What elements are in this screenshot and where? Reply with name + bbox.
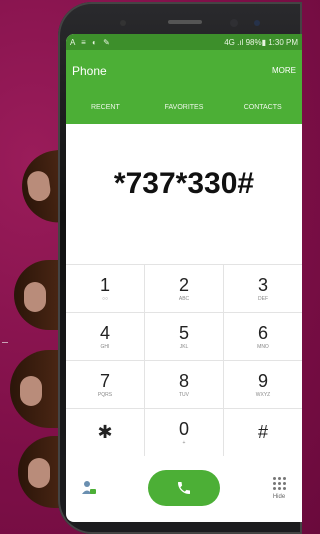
tab-favorites[interactable]: FAVORITES [145, 90, 224, 124]
status-right: 4G .ıl 98%▮ 1:30 PM [224, 38, 298, 47]
key-8[interactable]: 8 TUV [145, 361, 224, 408]
key-letters: PQRS [97, 391, 113, 398]
key-4[interactable]: 4 GHI [66, 313, 145, 360]
key-2[interactable]: 2 ABC [145, 265, 224, 312]
key-star[interactable]: ✱ [66, 409, 145, 456]
key-letters: DEF [258, 295, 268, 302]
key-letters: GHI [100, 343, 110, 350]
tab-contacts[interactable]: CONTACTS [223, 90, 302, 124]
key-letters: MNO [257, 343, 269, 350]
key-digit: 0 [178, 418, 189, 439]
hide-keypad-button[interactable]: Hide [256, 476, 302, 500]
key-digit: 7 [99, 370, 110, 391]
voicemail-icon: ○○ [101, 295, 109, 302]
key-digit: ✱ [97, 421, 113, 442]
sensor-dot [120, 20, 126, 26]
earpiece-speaker [168, 20, 202, 24]
key-7[interactable]: 7 PQRS [66, 361, 145, 408]
key-digit: 4 [99, 322, 110, 343]
key-letters: JKL [179, 343, 189, 350]
key-5[interactable]: 5 JKL [145, 313, 224, 360]
key-digit: 1 [99, 274, 110, 295]
app-title: Phone [72, 64, 107, 78]
key-3[interactable]: 3 DEF [224, 265, 302, 312]
keypad-row: ✱ 0 + # [66, 408, 302, 456]
dial-keypad: 1 ○○ 2 ABC 3 DEF 4 GHI 5 JKL 6 MNO 7 PQRS 8 TUV … [66, 264, 302, 456]
key-digit: 5 [178, 322, 189, 343]
key-digit: 3 [257, 274, 268, 295]
decor-dash [2, 342, 8, 343]
call-button[interactable] [148, 470, 220, 506]
key-digit: # [257, 421, 268, 442]
key-digit: 2 [178, 274, 189, 295]
key-letters: TUV [179, 391, 189, 398]
key-digit: 6 [257, 322, 268, 343]
key-6[interactable]: 6 MNO [224, 313, 302, 360]
front-camera [230, 19, 238, 27]
phone-icon [178, 482, 190, 494]
hide-label: Hide [272, 493, 286, 500]
app-bar: Phone MORE [66, 50, 302, 90]
dialer-actions: Hide [66, 454, 302, 522]
keypad-row: 4 GHI 5 JKL 6 MNO [66, 312, 302, 360]
phone-screen: A ≡ ◐ ✎ 4G .ıl 98%▮ 1:30 PM Phone MORE R… [66, 34, 302, 522]
key-0[interactable]: 0 + [145, 409, 224, 456]
key-hash[interactable]: # [224, 409, 302, 456]
key-letters: ABC [178, 295, 190, 302]
video-call-button[interactable] [66, 479, 112, 497]
signal-icon: 4G .ıl [224, 37, 244, 47]
key-1[interactable]: 1 ○○ [66, 265, 145, 312]
status-left-icons: A ≡ ◐ ✎ [70, 37, 112, 47]
keypad-row: 7 PQRS 8 TUV 9 WXYZ [66, 360, 302, 408]
key-letters: WXYZ [255, 391, 271, 398]
battery-time: 98%▮ 1:30 PM [245, 37, 298, 47]
key-letters: + [182, 439, 186, 446]
keypad-row: 1 ○○ 2 ABC 3 DEF [66, 264, 302, 312]
video-call-icon [82, 481, 96, 494]
key-digit: 9 [257, 370, 268, 391]
key-digit: 8 [178, 370, 189, 391]
tab-bar: RECENT FAVORITES CONTACTS [66, 90, 302, 124]
tab-recent[interactable]: RECENT [66, 90, 145, 124]
dial-display: *737*330# [66, 124, 302, 244]
keypad-grid-icon [272, 476, 286, 490]
iris-sensor [254, 20, 260, 26]
key-9[interactable]: 9 WXYZ [224, 361, 302, 408]
status-bar: A ≡ ◐ ✎ 4G .ıl 98%▮ 1:30 PM [66, 34, 302, 50]
dialed-number: *737*330# [113, 167, 255, 200]
more-button[interactable]: MORE [272, 66, 296, 75]
